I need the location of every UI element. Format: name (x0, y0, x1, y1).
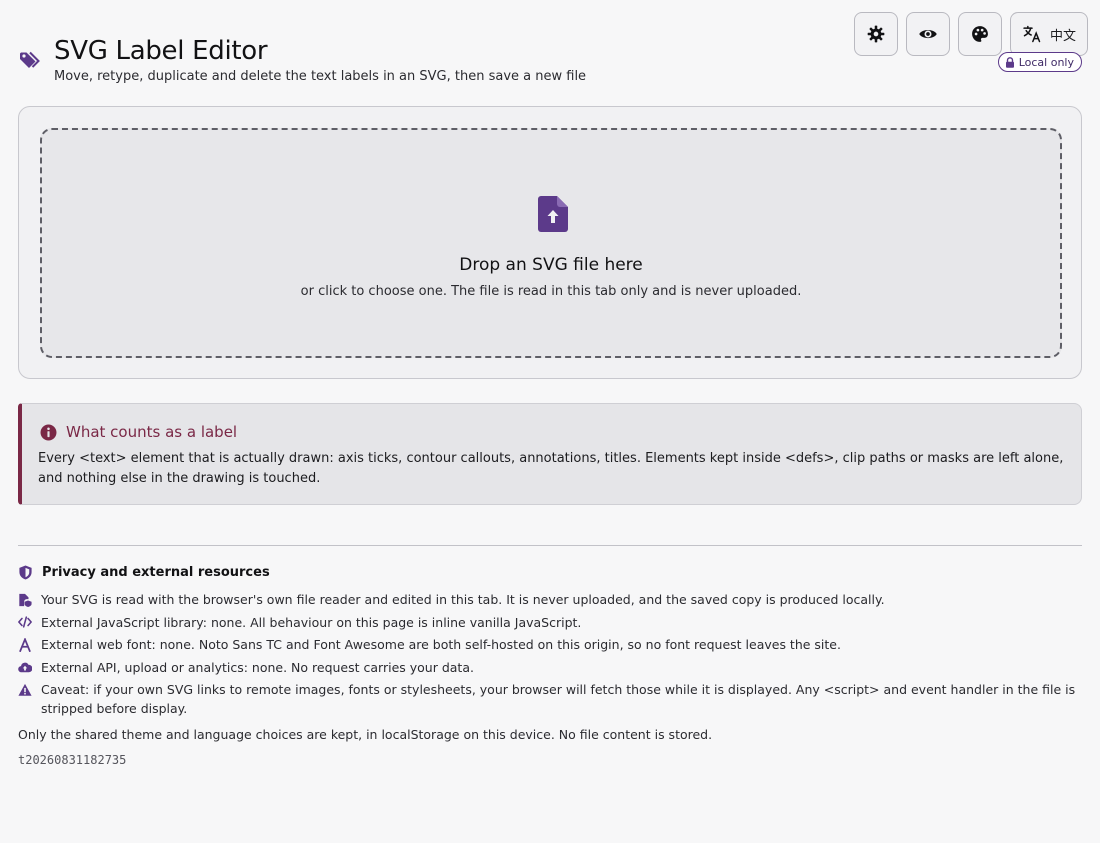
label-info-callout: What counts as a label Every <text> elem… (18, 403, 1082, 505)
language-label: 中文 (1049, 27, 1076, 43)
page-subtitle: Move, retype, duplicate and delete the t… (54, 69, 587, 84)
list-item: External API, upload or analytics: none.… (18, 658, 1078, 677)
callout-title: What counts as a label (66, 423, 238, 441)
warning-triangle-icon (18, 683, 32, 696)
cloud-upload-icon (18, 662, 32, 673)
badge-label: Local only (1018, 55, 1074, 69)
lock-icon (1005, 56, 1014, 68)
code-icon (18, 616, 32, 628)
toolbar: 中文 (853, 12, 1088, 56)
file-upload-icon (538, 196, 568, 232)
privacy-header: Privacy and external resources (18, 565, 270, 580)
svg-dropzone[interactable]: Drop an SVG file here or click to choose… (40, 128, 1062, 358)
build-id: t20260831182735 (18, 753, 127, 767)
privacy-list: Your SVG is read with the browser's own … (18, 590, 1078, 722)
privacy-title: Privacy and external resources (42, 565, 270, 580)
callout-header: What counts as a label (40, 423, 237, 441)
list-item: Caveat: if your own SVG links to remote … (18, 680, 1078, 718)
gear-icon (867, 25, 885, 43)
palette-icon (972, 26, 988, 42)
callout-body: Every <text> element that is actually dr… (38, 451, 1064, 486)
list-item: Your SVG is read with the browser's own … (18, 590, 1078, 609)
tags-icon (20, 51, 40, 68)
eye-icon (919, 29, 937, 39)
storage-note: Only the shared theme and language choic… (18, 727, 713, 742)
shield-icon (19, 565, 32, 580)
list-item: External JavaScript library: none. All b… (18, 613, 1078, 632)
theme-button[interactable] (957, 12, 1002, 56)
page-title: SVG Label Editor (54, 36, 268, 66)
settings-button[interactable] (853, 12, 898, 56)
file-shield-icon (19, 593, 32, 607)
language-button[interactable]: 中文 (1009, 12, 1088, 56)
dropzone-title: Drop an SVG file here (459, 255, 643, 275)
preview-toggle-button[interactable] (905, 12, 950, 56)
list-item: External web font: none. Noto Sans TC an… (18, 635, 1078, 654)
local-only-badge: Local only (997, 52, 1082, 72)
font-icon (19, 637, 31, 652)
language-icon (1023, 25, 1041, 43)
info-circle-icon (40, 424, 57, 440)
dropzone-subtitle: or click to choose one. The file is read… (300, 284, 802, 299)
section-divider (18, 545, 1082, 546)
dropzone-panel: Drop an SVG file here or click to choose… (18, 106, 1082, 379)
